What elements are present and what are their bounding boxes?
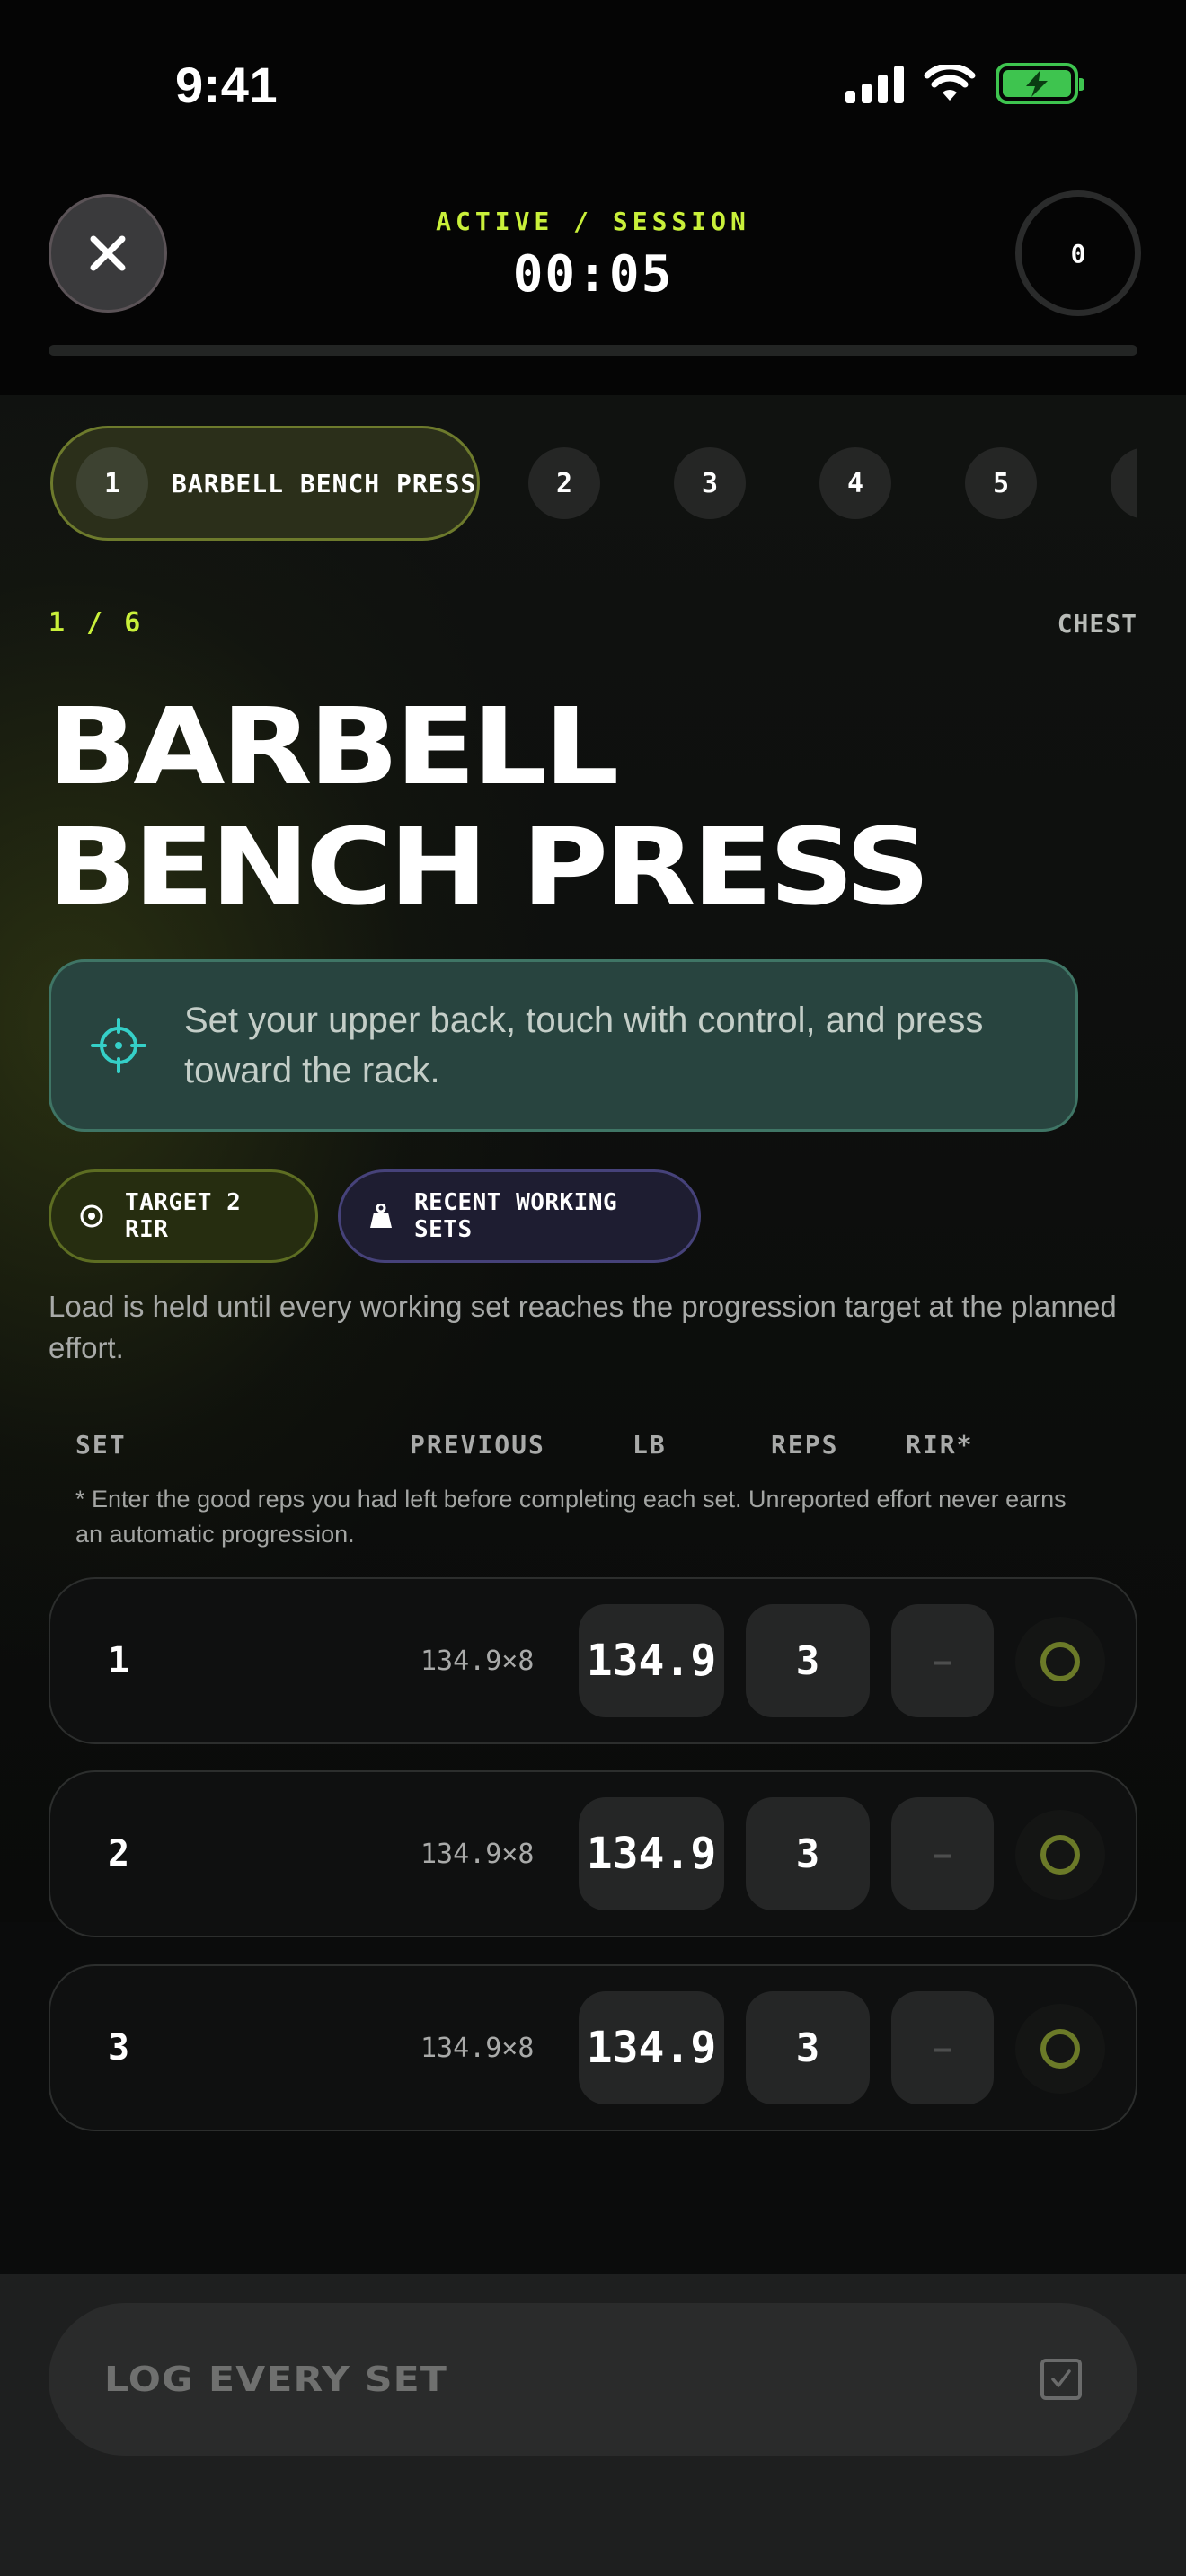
weight-input[interactable]: 134.9: [579, 1991, 724, 2104]
table-row: 1 134.9×8 134.9 3 –: [49, 1577, 1137, 1744]
tab-label: BARBELL BENCH PRESS: [172, 468, 477, 498]
session-timer: 00:05: [512, 245, 674, 304]
rir-input[interactable]: –: [891, 1991, 994, 2104]
column-rir: RIR*: [906, 1430, 974, 1460]
set-number: 3: [108, 2027, 130, 2069]
cellular-signal-icon: [845, 64, 904, 103]
log-every-set-button[interactable]: LOG EVERY SET: [49, 2303, 1137, 2456]
target-rir-label: TARGET 2 RIR: [125, 1189, 242, 1243]
exercise-tabs: 1 BARBELL BENCH PRESS 2 3 4 5: [49, 426, 1137, 543]
rir-input[interactable]: –: [891, 1797, 994, 1910]
tab-exercise-5[interactable]: 5: [965, 447, 1037, 519]
rir-footnote: * Enter the good reps you had left befor…: [75, 1486, 1067, 1548]
tab-exercise-3[interactable]: 3: [674, 447, 746, 519]
crosshair-icon: [91, 1018, 146, 1073]
tab-exercise-6-partial[interactable]: [1111, 447, 1137, 519]
weight-input[interactable]: 134.9: [579, 1604, 724, 1717]
wifi-icon: [924, 65, 976, 101]
tab-exercise-4[interactable]: 4: [819, 447, 891, 519]
cue-text: Set your upper back, touch with control,…: [184, 1001, 984, 1090]
circle-icon: [1040, 1835, 1080, 1875]
column-previous: PREVIOUS: [410, 1430, 545, 1460]
recent-working-sets-chip[interactable]: RECENT WORKING SETS: [338, 1169, 701, 1263]
exercise-position: 1 / 6: [49, 607, 144, 639]
session-header: ACTIVE / SESSION 00:05: [0, 207, 1186, 304]
muscle-group: CHEST: [1057, 609, 1137, 639]
session-label: ACTIVE / SESSION: [436, 207, 750, 236]
previous-value: 134.9×8: [420, 1838, 535, 1870]
set-number: 2: [108, 1833, 130, 1875]
circle-icon: [1040, 2029, 1080, 2069]
tab-exercise-2[interactable]: 2: [528, 447, 600, 519]
set-number: 1: [108, 1640, 130, 1681]
table-row: 3 134.9×8 134.9 3 –: [49, 1964, 1137, 2131]
target-icon: [80, 1204, 103, 1228]
weight-input[interactable]: 134.9: [579, 1797, 724, 1910]
tab-number: 1: [76, 447, 148, 519]
table-row: 2 134.9×8 134.9 3 –: [49, 1770, 1137, 1937]
previous-value: 134.9×8: [420, 2032, 535, 2064]
complete-set-button[interactable]: [1015, 1810, 1105, 1900]
recent-working-sets-label: RECENT WORKING SETS: [414, 1189, 618, 1243]
status-time: 9:41: [175, 57, 279, 113]
reps-input[interactable]: 3: [746, 1797, 870, 1910]
column-set: SET: [75, 1430, 127, 1460]
session-progress-bar: [49, 345, 1137, 356]
complete-set-button[interactable]: [1015, 1617, 1105, 1707]
progression-note: Load is held until every working set rea…: [49, 1290, 1117, 1364]
tab-exercise-1[interactable]: 1 BARBELL BENCH PRESS: [50, 426, 480, 541]
exercise-title-line1: BARBELL: [47, 684, 619, 808]
column-lb: LB: [633, 1430, 667, 1460]
checkbox-icon: [1040, 2359, 1082, 2400]
status-icons: [845, 63, 1084, 104]
exercise-title-line2: BENCH PRESS: [47, 805, 931, 929]
weight-icon: [370, 1204, 392, 1228]
sets-counter[interactable]: 0: [1015, 190, 1141, 316]
coaching-cue-card: Set your upper back, touch with control,…: [49, 959, 1078, 1132]
circle-icon: [1040, 1642, 1080, 1681]
column-reps: REPS: [771, 1430, 839, 1460]
battery-charging-icon: [996, 63, 1084, 104]
reps-input[interactable]: 3: [746, 1991, 870, 2104]
previous-value: 134.9×8: [420, 1645, 535, 1677]
log-every-set-label: LOG EVERY SET: [104, 2360, 448, 2399]
rir-input[interactable]: –: [891, 1604, 994, 1717]
exercise-title: BARBELL BENCH PRESS: [47, 686, 1186, 927]
complete-set-button[interactable]: [1015, 2004, 1105, 2094]
target-rir-chip[interactable]: TARGET 2 RIR: [49, 1169, 318, 1263]
reps-input[interactable]: 3: [746, 1604, 870, 1717]
